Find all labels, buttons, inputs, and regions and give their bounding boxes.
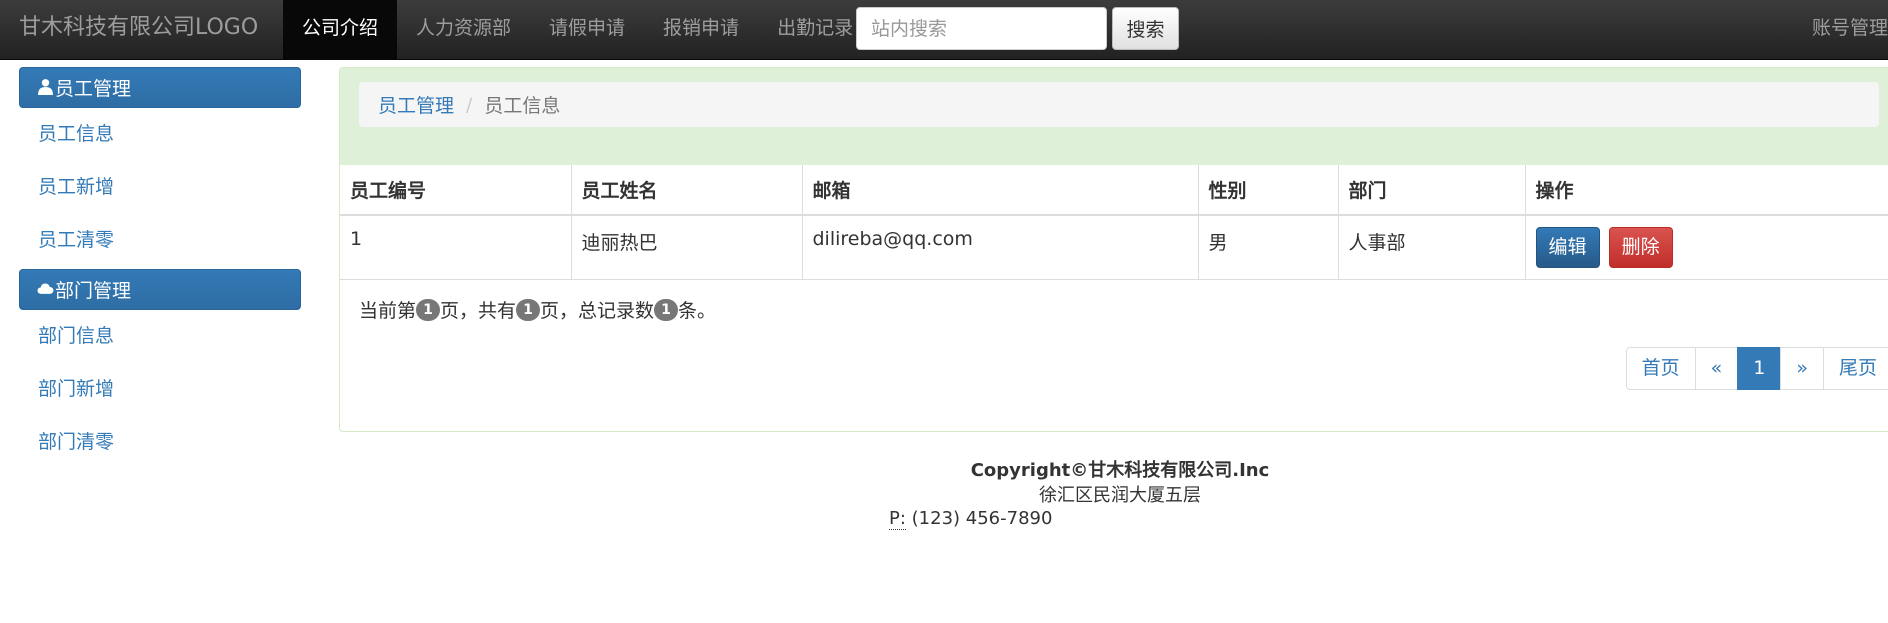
delete-button[interactable]: 删除 <box>1608 226 1673 268</box>
pagination-current[interactable]: 1 <box>1737 347 1782 390</box>
footer-copyright: Copyright©甘木科技有限公司.Inc <box>970 460 1270 481</box>
current-page-badge: 1 <box>416 298 441 321</box>
sidebar-item-employee-add[interactable]: 员工新增 <box>19 161 301 214</box>
column-header: 员工编号 <box>340 165 572 216</box>
nav-item-attendance[interactable]: 出勤记录 <box>758 0 872 60</box>
brand-logo[interactable]: 甘木科技有限公司LOGO <box>19 0 258 60</box>
footer-address: 徐汇区民润大厦五层 <box>1039 485 1201 506</box>
user-icon <box>38 79 53 95</box>
table-row: 1 迪丽热巴 dilireba@qq.com 男 人事部 编辑 删除 <box>340 215 1888 280</box>
cell-employee-name: 迪丽热巴 <box>571 215 803 280</box>
search-button[interactable]: 搜索 <box>1112 7 1179 50</box>
sidebar-item-department-info[interactable]: 部门信息 <box>19 310 301 363</box>
sidebar-group-title: 部门管理 <box>55 280 132 302</box>
total-pages-badge: 1 <box>516 298 541 321</box>
edit-button[interactable]: 编辑 <box>1535 226 1600 268</box>
cell-gender: 男 <box>1198 215 1339 280</box>
top-navbar: 甘木科技有限公司LOGO 公司介绍 人力资源部 请假申请 报销申请 出勤记录 搜… <box>0 0 1888 60</box>
main-nav: 公司介绍 人力资源部 请假申请 报销申请 出勤记录 <box>283 0 872 60</box>
panel-heading: 员工管理 / 员工信息 <box>340 68 1888 165</box>
page-info-text: 页，共有 <box>440 300 517 322</box>
footer: Copyright©甘木科技有限公司.Inc 徐汇区民润大厦五层 <box>0 458 1888 508</box>
page-info: 当前第 1 页，共有 1 页，总记录数 1 条。 <box>359 296 716 323</box>
page-info-text: 条。 <box>678 300 717 322</box>
cell-employee-id: 1 <box>340 215 572 280</box>
column-header: 员工姓名 <box>571 165 803 216</box>
table-header-row: 员工编号 员工姓名 邮箱 性别 部门 操作 <box>340 165 1888 216</box>
nav-item-hr[interactable]: 人力资源部 <box>397 0 530 60</box>
sidebar-group-title: 员工管理 <box>55 78 132 100</box>
total-records-badge: 1 <box>654 298 679 321</box>
column-header: 邮箱 <box>802 165 1199 216</box>
column-header: 操作 <box>1525 165 1888 216</box>
phone-label: P: <box>889 508 906 530</box>
sidebar: 员工管理 员工信息 员工新增 员工清零 部门管理 部门信息 部门新增 部门清零 <box>19 67 301 469</box>
cell-email: dilireba@qq.com <box>802 215 1199 280</box>
breadcrumb-parent[interactable]: 员工管理 <box>378 91 454 118</box>
footer-phone: P: (123) 456-7890 <box>889 508 1053 530</box>
page-info-text: 当前第 <box>359 300 417 322</box>
cell-actions: 编辑 删除 <box>1525 215 1888 280</box>
breadcrumb-current: 员工信息 <box>484 95 561 117</box>
nav-item-reimburse[interactable]: 报销申请 <box>644 0 758 60</box>
cell-department: 人事部 <box>1338 215 1526 280</box>
sidebar-item-employee-info[interactable]: 员工信息 <box>19 108 301 161</box>
sidebar-group-department[interactable]: 部门管理 <box>19 269 301 310</box>
nav-item-leave[interactable]: 请假申请 <box>530 0 644 60</box>
search-input[interactable] <box>856 7 1107 50</box>
breadcrumb: 员工管理 / 员工信息 <box>359 82 1879 127</box>
main-panel: 员工管理 / 员工信息 员工编号 员工姓名 邮箱 性别 部门 操作 1 迪丽热巴… <box>339 67 1888 432</box>
column-header: 性别 <box>1198 165 1339 216</box>
sidebar-item-employee-clear[interactable]: 员工清零 <box>19 214 301 267</box>
pagination: 首页 « 1 » 尾页 <box>1625 347 1888 390</box>
sidebar-group-employee[interactable]: 员工管理 <box>19 67 301 108</box>
column-header: 部门 <box>1338 165 1526 216</box>
pagination-last[interactable]: 尾页 <box>1822 347 1888 390</box>
breadcrumb-separator: / <box>466 93 473 116</box>
page-info-text: 页，总记录数 <box>540 300 655 322</box>
pagination-prev[interactable]: « <box>1694 347 1739 390</box>
phone-number: (123) 456-7890 <box>911 508 1053 529</box>
account-menu[interactable]: 账号管理 <box>1812 0 1888 60</box>
nav-item-company[interactable]: 公司介绍 <box>283 0 398 60</box>
pagination-first[interactable]: 首页 <box>1625 347 1696 390</box>
pagination-next[interactable]: » <box>1780 347 1824 390</box>
sidebar-item-department-add[interactable]: 部门新增 <box>19 363 301 416</box>
employee-table: 员工编号 员工姓名 邮箱 性别 部门 操作 1 迪丽热巴 dilireba@qq… <box>340 165 1888 280</box>
cloud-icon <box>37 283 54 294</box>
